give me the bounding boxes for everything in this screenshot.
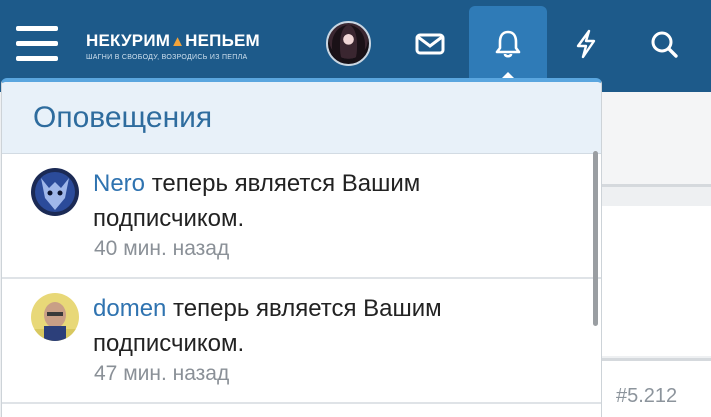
page-divider — [601, 184, 711, 187]
notifications-header: Оповещения — [2, 82, 601, 154]
notification-text: Nero теперь является Вашим подписчиком. — [93, 166, 573, 236]
witch-hat-icon: ▲ — [170, 33, 186, 50]
lightning-icon[interactable] — [547, 6, 625, 82]
site-logo[interactable]: НЕКУРИМ▲НЕПЬЕМ ШАГНИ В СВОБОДУ, ВОЗРОДИС… — [86, 31, 286, 65]
notification-text: domen теперь является Вашим подписчиком. — [93, 291, 573, 361]
notification-username[interactable]: domen — [93, 295, 166, 322]
notifications-title[interactable]: Оповещения — [33, 101, 212, 135]
bell-icon[interactable] — [469, 6, 547, 82]
notification-time[interactable]: 47 мин. назад — [94, 362, 229, 386]
search-icon[interactable] — [625, 6, 703, 82]
notification-item[interactable]: domen теперь является Вашим подписчиком.… — [2, 279, 601, 404]
domen-avatar[interactable] — [31, 293, 79, 341]
notification-item[interactable]: Nero теперь является Вашим подписчиком. … — [2, 154, 601, 279]
notification-time[interactable]: 40 мин. назад — [94, 237, 229, 261]
envelope-icon[interactable] — [391, 6, 469, 82]
post-number[interactable]: #5.212 — [616, 385, 677, 408]
user-avatar[interactable] — [326, 21, 371, 66]
logo-tagline: ШАГНИ В СВОБОДУ, ВОЗРОДИСЬ ИЗ ПЕПЛА — [86, 54, 248, 61]
notification-username[interactable]: Nero — [93, 170, 145, 197]
nero-avatar[interactable] — [31, 168, 79, 216]
dropdown-scrollbar[interactable] — [593, 151, 598, 326]
logo-wordmark: НЕКУРИМ▲НЕПЬЕМ — [86, 31, 260, 50]
notifications-dropdown: Оповещения Nero теперь является Вашим по… — [1, 78, 602, 417]
page-background-panel — [601, 92, 711, 184]
page-content-panel — [601, 206, 711, 356]
menu-icon[interactable] — [14, 24, 60, 64]
